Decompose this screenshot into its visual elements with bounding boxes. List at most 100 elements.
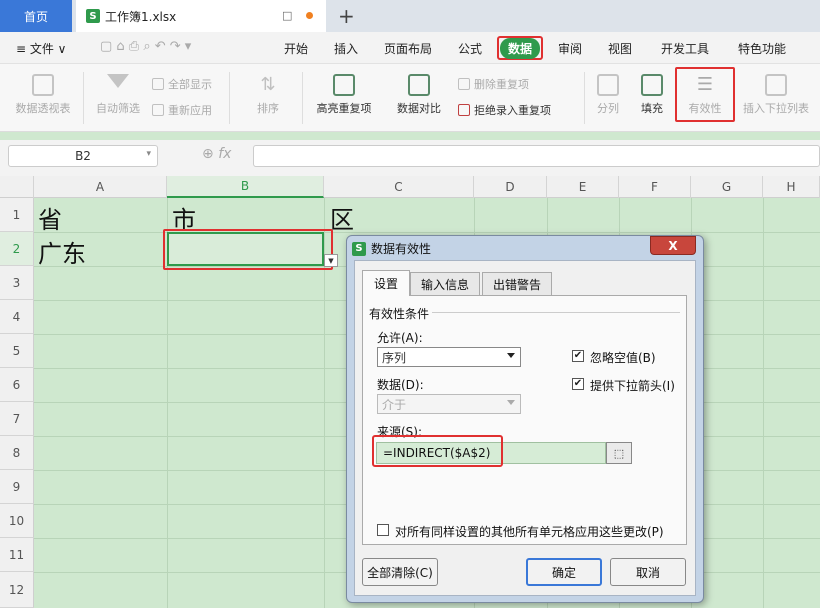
quick-access-toolbar: ▢ ⌂ ⎙ ⌕ ↶ ↷ ▾ xyxy=(100,39,192,54)
row-header[interactable]: 7 xyxy=(0,402,34,436)
divider xyxy=(302,72,303,124)
data-compare-button[interactable]: 数据对比 xyxy=(388,74,450,116)
fx-icon[interactable]: fx xyxy=(218,146,231,162)
reject-duplicates-button[interactable]: 拒绝录入重复项 xyxy=(458,102,551,118)
column-header[interactable]: F xyxy=(619,176,691,198)
insert-dropdown-icon xyxy=(765,74,787,96)
column-header[interactable]: A xyxy=(34,176,167,198)
allow-select[interactable]: 序列 xyxy=(377,347,521,367)
highlight-duplicates-button[interactable]: 高亮重复项 xyxy=(308,74,380,116)
remove-duplicates-icon xyxy=(458,78,470,90)
menu-page-layout[interactable]: 页面布局 xyxy=(384,40,432,57)
apply-all-label: 对所有同样设置的其他所有单元格应用这些更改(P) xyxy=(395,525,664,539)
cell-dropdown-button[interactable]: ▼ xyxy=(324,254,338,267)
divider xyxy=(584,72,585,124)
name-box[interactable]: B2 ▾ xyxy=(8,145,158,167)
row-header[interactable]: 3 xyxy=(0,266,34,300)
column-header[interactable]: E xyxy=(547,176,619,198)
tab-home[interactable]: 首页 xyxy=(0,0,72,32)
sort-icon: ⇅ xyxy=(260,74,276,95)
function-icons[interactable]: ⊕ fx xyxy=(202,146,231,162)
split-column-icon xyxy=(597,74,619,96)
menu-home[interactable]: 开始 xyxy=(284,40,308,57)
range-picker-icon[interactable]: ⬚ xyxy=(606,442,632,464)
ignore-blank-checkbox[interactable]: ✔ xyxy=(572,350,584,362)
row-header[interactable]: 5 xyxy=(0,334,34,368)
menu-formula[interactable]: 公式 xyxy=(458,40,482,57)
row-header[interactable]: 12 xyxy=(0,572,34,608)
auto-filter-button[interactable]: 自动筛选 xyxy=(92,74,144,116)
filter-icon xyxy=(107,74,129,88)
fill-icon xyxy=(641,74,663,96)
tab-error-alert[interactable]: 出错警告 xyxy=(482,272,552,295)
row-header[interactable]: 4 xyxy=(0,300,34,334)
chevron-down-icon[interactable]: ▾ xyxy=(146,149,151,159)
spreadsheet-icon: S xyxy=(352,241,366,256)
unsaved-dot-icon xyxy=(306,12,313,19)
row-header[interactable]: 9 xyxy=(0,470,34,504)
grid-line xyxy=(34,232,820,233)
row-header[interactable]: 2 xyxy=(0,232,34,266)
split-column-button[interactable]: 分列 xyxy=(588,74,628,116)
tab-input-message[interactable]: 输入信息 xyxy=(410,272,480,295)
menu-view[interactable]: 视图 xyxy=(608,40,632,57)
highlight-duplicates-icon xyxy=(333,74,355,96)
row-header[interactable]: 8 xyxy=(0,436,34,470)
spreadsheet-icon: S xyxy=(86,9,100,23)
cell-c1[interactable]: 区 xyxy=(330,200,354,235)
dialog-title-bar[interactable]: S 数据有效性 xyxy=(352,240,431,257)
data-select[interactable]: 介于 xyxy=(377,394,521,414)
row-header[interactable]: 1 xyxy=(0,198,34,232)
reapply-icon xyxy=(152,104,164,116)
menu-file[interactable]: ≡ 文件 ∨ xyxy=(16,40,66,57)
formula-input[interactable] xyxy=(253,145,820,167)
column-header[interactable]: B xyxy=(167,176,324,198)
divider xyxy=(229,72,230,124)
ok-button[interactable]: 确定 xyxy=(526,558,602,586)
row-header[interactable]: 11 xyxy=(0,538,34,572)
close-button[interactable]: X xyxy=(650,236,696,255)
select-all-corner[interactable] xyxy=(0,176,34,198)
column-header[interactable]: D xyxy=(474,176,547,198)
dialog-title: 数据有效性 xyxy=(371,242,432,256)
column-header[interactable]: H xyxy=(763,176,820,198)
reapply-button[interactable]: 重新应用 xyxy=(152,102,212,118)
tab-settings[interactable]: 设置 xyxy=(362,270,410,296)
show-all-icon xyxy=(152,78,164,90)
monitor-icon[interactable]: □ xyxy=(282,9,292,22)
zoom-icon[interactable]: ⊕ xyxy=(202,146,214,162)
fill-button[interactable]: 填充 xyxy=(632,74,672,116)
insert-dropdown-button[interactable]: 插入下拉列表 xyxy=(738,74,814,116)
apply-all-checkbox[interactable] xyxy=(377,524,389,536)
pivot-table-icon xyxy=(32,74,54,96)
dropdown-arrow-label: 提供下拉箭头(I) xyxy=(590,379,675,393)
ignore-blank-label: 忽略空值(B) xyxy=(590,351,656,365)
workbook-name: 工作簿1.xlsx xyxy=(105,9,177,24)
tab-workbook[interactable]: S 工作簿1.xlsx □ xyxy=(76,0,326,32)
grid-line xyxy=(763,198,764,608)
clear-all-button[interactable]: 全部清除(C) xyxy=(362,558,438,586)
remove-duplicates-button[interactable]: 删除重复项 xyxy=(458,76,529,92)
new-tab-button[interactable]: + xyxy=(338,4,355,28)
chevron-down-icon xyxy=(507,400,515,405)
menu-review[interactable]: 审阅 xyxy=(558,40,582,57)
source-highlight xyxy=(372,435,503,467)
dropdown-arrow-checkbox[interactable]: ✔ xyxy=(572,378,584,390)
menu-data[interactable]: 数据 xyxy=(497,36,543,60)
pivot-table-button[interactable]: 数据透视表 xyxy=(12,74,74,116)
sort-button[interactable]: ⇅ 排序 xyxy=(238,74,298,116)
column-header[interactable]: G xyxy=(691,176,763,198)
show-all-button[interactable]: 全部显示 xyxy=(152,76,212,92)
row-header[interactable]: 10 xyxy=(0,504,34,538)
cell-a1[interactable]: 省 xyxy=(38,200,62,235)
menu-data-label: 数据 xyxy=(499,37,540,59)
menu-developer[interactable]: 开发工具 xyxy=(661,40,709,57)
menu-special[interactable]: 特色功能 xyxy=(738,40,786,57)
data-label: 数据(D): xyxy=(377,378,424,392)
menu-insert[interactable]: 插入 xyxy=(334,40,358,57)
cancel-button[interactable]: 取消 xyxy=(610,558,686,586)
row-header[interactable]: 6 xyxy=(0,368,34,402)
cell-a2[interactable]: 广东 xyxy=(38,234,86,269)
column-header[interactable]: C xyxy=(324,176,474,198)
group-label: 有效性条件 xyxy=(369,307,430,321)
